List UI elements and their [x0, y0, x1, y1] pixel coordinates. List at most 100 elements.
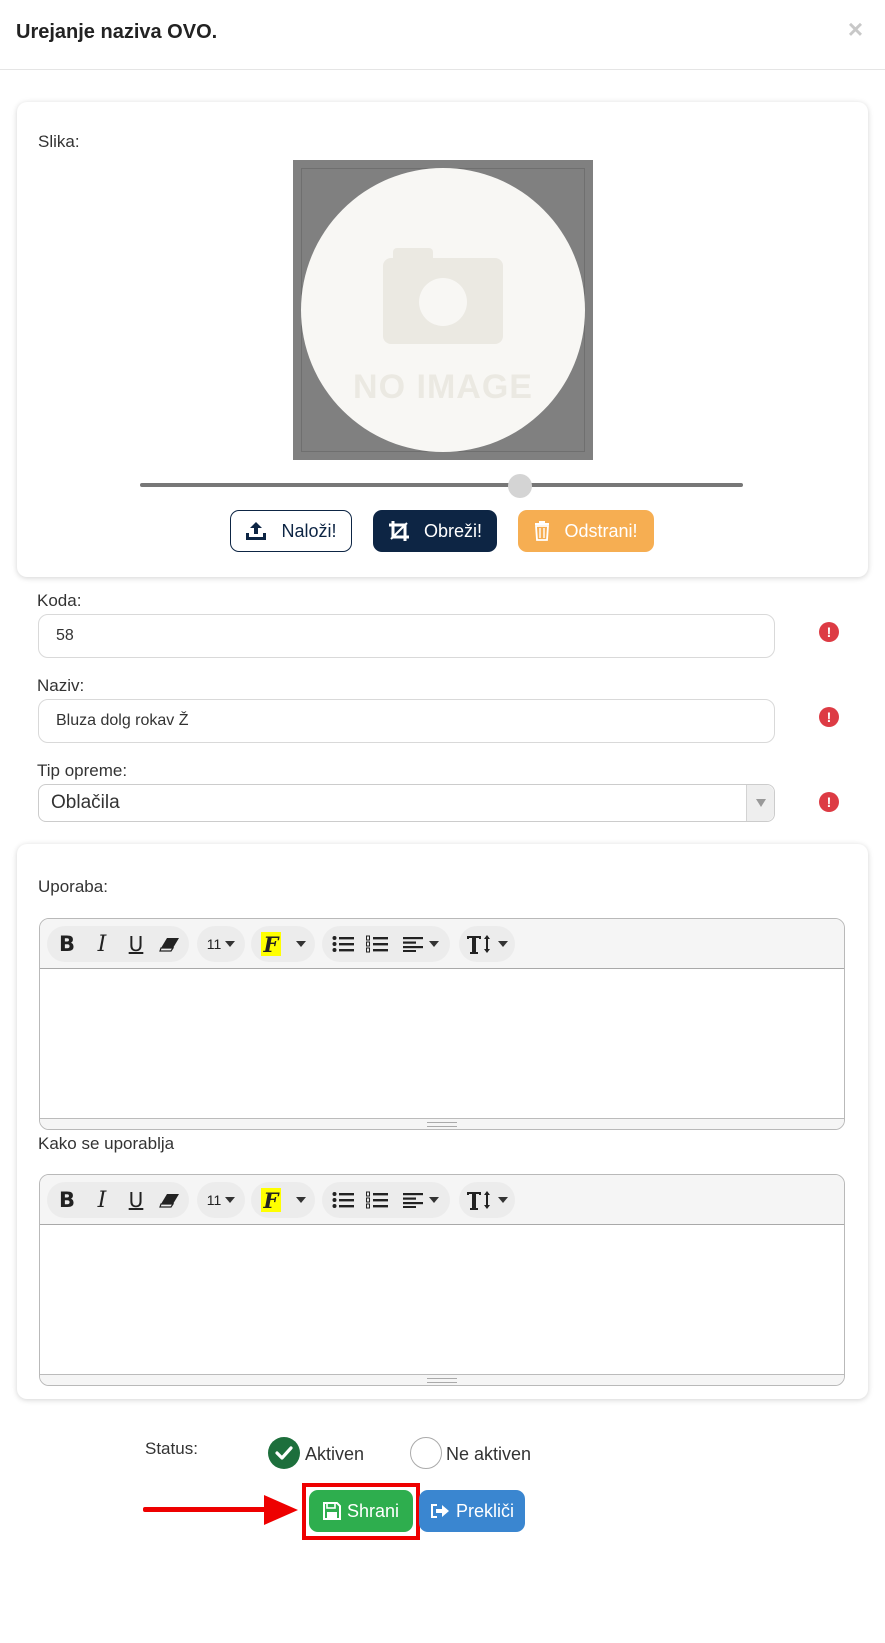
italic-button[interactable]: I — [87, 926, 117, 962]
align-dropdown[interactable] — [398, 1182, 444, 1218]
modal-header: Urejanje naziva OVO. × — [0, 0, 885, 70]
usage-label: Uporaba: — [38, 877, 108, 896]
crop-button-label: Obreži! — [423, 520, 483, 541]
chevron-down-icon — [296, 1197, 306, 1203]
text-height-icon — [467, 1191, 490, 1210]
font-family-dropdown[interactable] — [287, 1182, 311, 1218]
zoom-slider-track[interactable] — [140, 483, 743, 487]
name-label: Naziv: — [37, 676, 85, 695]
line-height-dropdown[interactable] — [459, 1182, 515, 1218]
status-inactive-radio[interactable] — [410, 1437, 442, 1469]
upload-button[interactable]: Naloži! — [230, 510, 352, 552]
how-to-use-editor: B I U 11 F — [39, 1174, 845, 1386]
line-height-group — [459, 1182, 515, 1218]
usage-editor-content[interactable] — [40, 969, 844, 1121]
save-button-label: Shrani — [346, 1500, 400, 1521]
align-left-icon — [403, 937, 423, 952]
chevron-down-icon — [429, 1197, 439, 1203]
status-inactive-label: Ne aktiven — [446, 1444, 532, 1464]
type-required-icon: ! — [819, 792, 839, 812]
editors-card: Uporaba: B I U 11 F Kako se uporablja B … — [17, 844, 868, 1399]
usage-toolbar: B I U 11 F — [40, 919, 844, 969]
image-label: Slika: — [38, 132, 80, 151]
bullet-list-button[interactable] — [328, 1182, 358, 1218]
font-size-dropdown[interactable]: 11 — [197, 1182, 245, 1218]
font-family-group: F — [251, 926, 315, 962]
select-arrow[interactable] — [746, 785, 774, 821]
annotation-arrow-line — [143, 1507, 271, 1512]
chevron-down-icon — [498, 941, 508, 947]
align-left-icon — [403, 1193, 423, 1208]
font-family-button[interactable]: F — [259, 1182, 283, 1218]
resize-grip-icon — [427, 1377, 457, 1383]
name-required-icon: ! — [819, 707, 839, 727]
chevron-down-icon — [755, 799, 766, 807]
eraser-button[interactable] — [155, 1182, 185, 1218]
how-to-use-resize-handle[interactable] — [40, 1374, 844, 1385]
font-family-dropdown[interactable] — [287, 926, 311, 962]
paragraph-group — [322, 1182, 450, 1218]
type-label: Tip opreme: — [37, 761, 128, 780]
align-dropdown[interactable] — [398, 926, 444, 962]
image-preview: NO IMAGE — [293, 160, 593, 460]
bold-button[interactable]: B — [52, 1182, 82, 1218]
font-family-button[interactable]: F — [259, 926, 283, 962]
remove-button-label: Odstrani! — [564, 520, 638, 541]
cancel-button-label: Prekliči — [455, 1500, 514, 1521]
camera-lens-icon — [419, 278, 467, 326]
font-size-dropdown[interactable]: 11 — [197, 926, 245, 962]
remove-button[interactable]: Odstrani! — [518, 510, 654, 552]
chevron-down-icon — [225, 941, 236, 947]
save-button[interactable]: Shrani — [309, 1490, 413, 1532]
cancel-button[interactable]: Prekliči — [419, 1490, 525, 1532]
font-size-group: 11 — [197, 1182, 245, 1218]
underline-button[interactable]: U — [121, 1182, 151, 1218]
font-size-value: 11 — [206, 936, 222, 952]
bold-button[interactable]: B — [52, 926, 82, 962]
code-value: 58 — [56, 627, 74, 644]
line-height-dropdown[interactable] — [459, 926, 515, 962]
code-label: Koda: — [37, 591, 82, 610]
chevron-down-icon — [225, 1197, 236, 1203]
name-input[interactable]: Bluza dolg rokav Ž — [38, 699, 775, 743]
how-to-use-editor-content[interactable] — [40, 1225, 844, 1377]
code-required-icon: ! — [819, 622, 839, 642]
font-family-icon: F — [261, 932, 281, 957]
check-icon — [275, 1446, 293, 1460]
crop-icon — [388, 521, 409, 541]
upload-icon — [246, 522, 267, 540]
no-image-text: NO IMAGE — [353, 368, 533, 406]
status-active-radio[interactable] — [268, 1437, 300, 1469]
eraser-button[interactable] — [155, 926, 185, 962]
usage-editor: B I U 11 F — [39, 918, 845, 1130]
numbered-list-button[interactable] — [362, 1182, 392, 1218]
crop-circle[interactable]: NO IMAGE — [301, 168, 585, 452]
numbered-list-button[interactable] — [362, 926, 392, 962]
upload-button-label: Naloži! — [281, 520, 337, 541]
font-size-value: 11 — [206, 1192, 222, 1208]
italic-button[interactable]: I — [87, 1182, 117, 1218]
usage-resize-handle[interactable] — [40, 1118, 844, 1129]
eraser-icon — [159, 938, 179, 952]
crop-button[interactable]: Obreži! — [373, 510, 497, 552]
zoom-slider-thumb[interactable] — [507, 474, 532, 498]
annotation-arrow-head — [264, 1495, 298, 1525]
chevron-down-icon — [498, 1197, 508, 1203]
trash-icon — [535, 521, 550, 541]
underline-button[interactable]: U — [121, 926, 151, 962]
line-height-group — [459, 926, 515, 962]
sign-out-icon — [430, 1504, 449, 1518]
bullet-list-button[interactable] — [328, 926, 358, 962]
code-input[interactable]: 58 — [38, 614, 775, 658]
format-group: B I U — [47, 926, 189, 962]
close-icon[interactable]: × — [848, 14, 863, 45]
bullet-list-icon — [332, 936, 354, 952]
status-active-label: Aktiven — [305, 1444, 365, 1464]
text-height-icon — [467, 935, 490, 954]
type-select[interactable]: Oblačila — [38, 784, 775, 822]
font-size-group: 11 — [197, 926, 245, 962]
image-card: Slika: NO IMAGE Naloži! Obreži! Odstrani… — [17, 102, 868, 577]
modal-title: Urejanje naziva OVO. — [16, 21, 218, 43]
how-to-use-label: Kako se uporablja — [38, 1134, 175, 1153]
numbered-list-icon — [366, 935, 388, 953]
